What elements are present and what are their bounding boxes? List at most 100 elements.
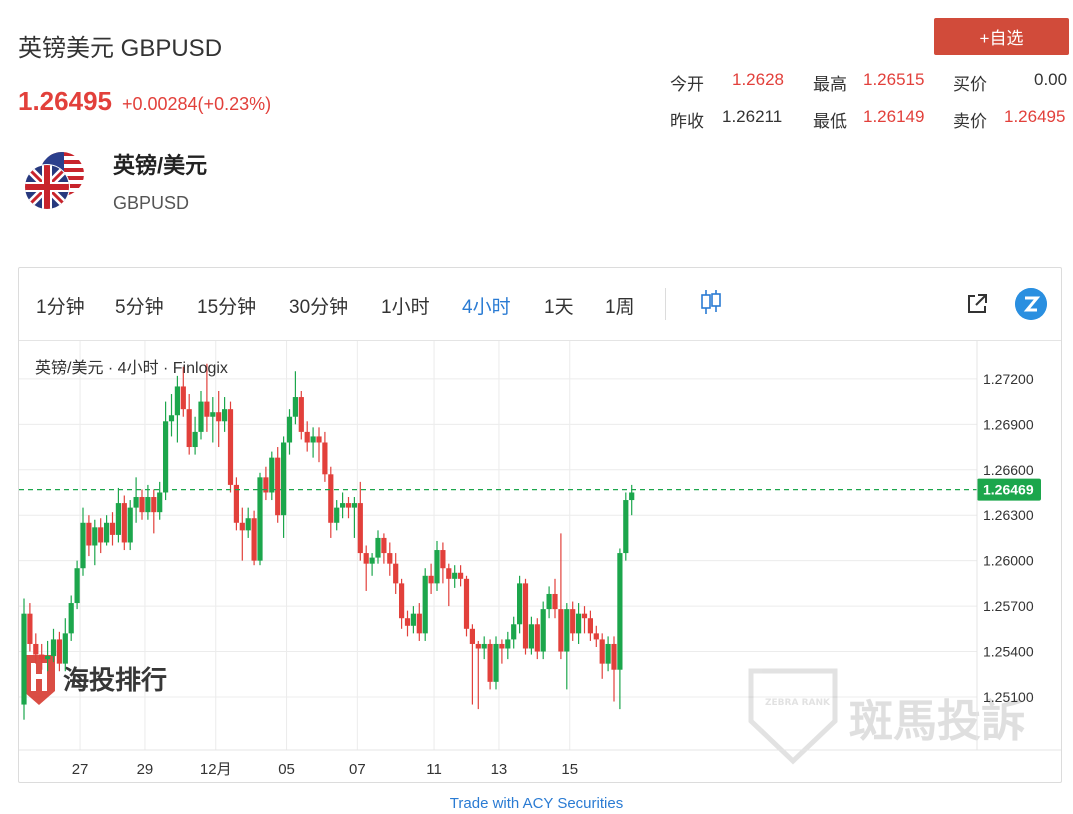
candle-body	[605, 643, 611, 664]
watermark-badge-text: ZEBRA RANK	[765, 698, 831, 708]
candle-body	[564, 609, 570, 652]
gbp-usd-flag-icon	[24, 152, 84, 210]
candle-body	[534, 624, 540, 652]
candle-body	[522, 583, 529, 649]
candle-body	[375, 537, 381, 558]
timeframe-1m[interactable]: 1分钟	[36, 292, 85, 319]
quote-row: 昨收 1.26211 最低 1.26149 卖价 1.26495	[670, 101, 1070, 138]
x-tick-label: 27	[72, 761, 89, 778]
x-tick-label: 13	[491, 761, 508, 778]
low-value: 1.26149	[863, 107, 925, 126]
candle-body	[269, 457, 275, 493]
candle-body	[210, 412, 216, 417]
timeframe-15m[interactable]: 15分钟	[197, 292, 256, 319]
y-tick-label: 1.26900	[983, 416, 1034, 432]
timeframe-1w[interactable]: 1周	[605, 292, 635, 319]
x-tick-label: 11	[426, 761, 442, 778]
candle-body	[251, 518, 257, 561]
timeframe-1h[interactable]: 1小时	[381, 292, 430, 319]
low-label: 最低	[813, 112, 847, 131]
candle-body	[56, 639, 62, 664]
candle-body	[298, 397, 304, 432]
candle-body	[62, 633, 68, 664]
price-change: +0.00284(+0.23%)	[121, 94, 272, 114]
timeframe-4h[interactable]: 4小时	[462, 292, 511, 319]
candle-body	[546, 593, 552, 610]
trade-with-acy-link[interactable]: Trade with ACY Securities	[0, 795, 1073, 812]
current-price-line: 1.26469	[19, 478, 1041, 501]
candle-body	[428, 575, 434, 584]
candle-body	[127, 507, 133, 543]
zebra-logo-icon[interactable]	[1015, 288, 1047, 320]
candle-body	[493, 643, 499, 682]
candle-body	[552, 593, 558, 610]
candle-body	[351, 503, 357, 508]
candle-body	[263, 477, 269, 493]
x-tick-label: 15	[561, 761, 578, 778]
candle-body	[487, 643, 493, 682]
timeframe-30m[interactable]: 30分钟	[289, 292, 348, 319]
candle-body	[617, 553, 623, 670]
external-link-icon[interactable]	[965, 292, 989, 316]
candle-body	[599, 639, 605, 664]
x-tick-label: 12月	[200, 761, 232, 778]
candle-body	[340, 503, 346, 508]
candle-body	[593, 633, 599, 640]
candle-body	[168, 415, 175, 422]
candle-body	[587, 618, 593, 634]
candle-body	[629, 492, 635, 501]
last-price: 1.26495	[18, 86, 112, 116]
candle-body	[157, 492, 163, 513]
bid-value: 0.00	[1034, 70, 1068, 89]
candle-body	[357, 503, 363, 554]
open-value: 1.2628	[732, 70, 784, 89]
candle-body	[245, 518, 251, 531]
add-watchlist-button[interactable]: +自选	[934, 18, 1069, 55]
candle-body	[292, 397, 298, 417]
candle-body	[50, 639, 57, 657]
candle-body	[387, 553, 393, 564]
candle-body	[121, 503, 127, 543]
chart-card: 1分钟 5分钟 15分钟 30分钟 1小时 4小时 1天 1周 海投排行 ZEB…	[18, 267, 1062, 783]
candle-body	[511, 624, 517, 640]
high-value: 1.26515	[863, 70, 925, 89]
candle-body	[74, 568, 80, 604]
candle-body	[86, 522, 92, 546]
candle-body	[139, 497, 145, 513]
candle-body	[581, 613, 588, 619]
open-label: 今开	[670, 75, 704, 94]
candle-body	[115, 503, 121, 535]
candle-body	[334, 507, 340, 523]
candle-body	[505, 639, 511, 649]
toolbar-divider	[665, 288, 666, 320]
chart-toolbar: 1分钟 5分钟 15分钟 30分钟 1小时 4小时 1天 1周	[19, 268, 1061, 341]
quote-table: 今开 1.2628 最高 1.26515 买价 0.00 昨收 1.26211 …	[670, 64, 1070, 138]
candlestick-type-icon[interactable]	[699, 288, 723, 316]
chart-legend: 英镑/美元 · 4小时 · Finlogix	[35, 359, 228, 377]
candle-body	[499, 643, 505, 649]
x-tick-label: 05	[278, 761, 295, 778]
y-tick-label: 1.26600	[983, 462, 1034, 478]
price-row: 1.26495 +0.00284(+0.23%)	[18, 86, 271, 117]
timeframe-5m[interactable]: 5分钟	[115, 292, 164, 319]
candle-body	[328, 474, 334, 523]
timeframe-1d[interactable]: 1天	[544, 292, 574, 319]
candle-body	[145, 497, 151, 513]
candle-body	[180, 386, 186, 410]
y-tick-label: 1.25400	[983, 644, 1034, 660]
candle-body	[576, 613, 582, 634]
bid-label: 买价	[953, 75, 987, 94]
x-tick-label: 07	[349, 761, 366, 778]
candle-body	[404, 618, 411, 626]
x-tick-label: 29	[137, 761, 154, 778]
y-tick-label: 1.26300	[983, 507, 1034, 523]
candle-body	[27, 613, 33, 644]
candle-body	[517, 583, 523, 625]
candle-body	[540, 609, 546, 652]
candlestick-chart[interactable]: 海投排行 ZEBRA RANK 斑馬投訴 1.26469 1.27200 1.26…	[19, 341, 1061, 782]
candle-body	[45, 656, 51, 660]
candle-body	[623, 500, 629, 554]
candle-body	[198, 401, 204, 432]
candle-body	[310, 436, 316, 443]
candle-body	[393, 563, 399, 584]
